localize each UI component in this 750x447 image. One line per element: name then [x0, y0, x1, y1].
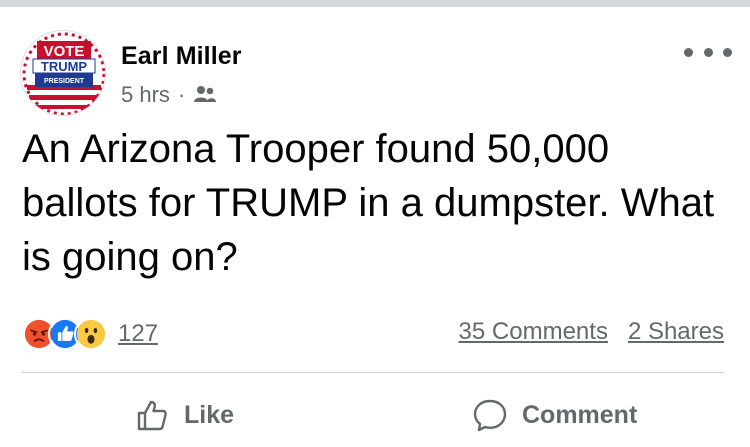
avatar-line2: TRUMP [41, 59, 88, 74]
wow-icon [74, 317, 108, 351]
more-dot-icon [723, 47, 732, 57]
engagement-counts: 35 Comments 2 Shares [459, 318, 724, 346]
shares-count-link[interactable]: 2 Shares [628, 318, 724, 346]
avatar-line3: PRESIDENT [44, 78, 85, 85]
avatar-line1: VOTE [44, 43, 85, 60]
meta-separator: · [177, 82, 186, 107]
post-meta: 5 hrs · [121, 82, 217, 108]
avatar[interactable]: VOTE TRUMP PRESIDENT [20, 30, 106, 116]
reactions-summary[interactable]: 127 [22, 316, 158, 352]
comment-label: Comment [522, 400, 638, 429]
divider [22, 372, 724, 373]
like-label: Like [184, 400, 235, 429]
comment-bubble-icon [473, 399, 507, 432]
post-time[interactable]: 5 hrs [121, 82, 170, 108]
thumbs-up-icon [137, 400, 167, 431]
reaction-count[interactable]: 127 [118, 320, 158, 348]
author-name[interactable]: Earl Miller [121, 42, 242, 71]
like-button[interactable]: Like [134, 395, 234, 435]
vote-trump-badge-icon: VOTE TRUMP PRESIDENT [21, 31, 105, 115]
comment-button[interactable]: Comment [472, 395, 637, 435]
more-dot-icon [684, 47, 693, 57]
friends-icon[interactable] [193, 85, 217, 105]
post-text: An Arizona Trooper found 50,000 ballots … [22, 127, 715, 279]
top-strip [0, 0, 750, 7]
more-options-button[interactable] [684, 42, 732, 62]
more-dot-icon [703, 47, 713, 57]
comments-count-link[interactable]: 35 Comments [459, 318, 608, 346]
